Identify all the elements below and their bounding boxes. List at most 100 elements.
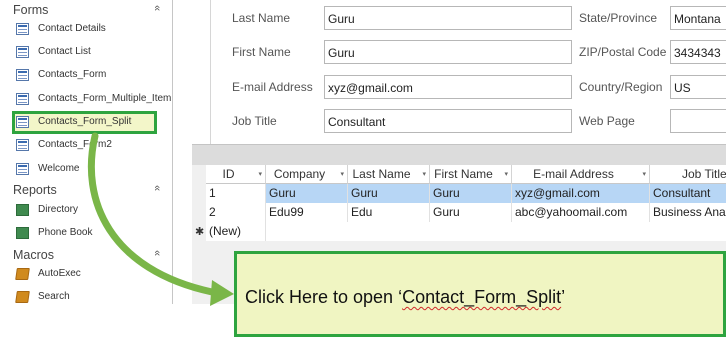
field-label-zip: ZIP/Postal Code bbox=[579, 45, 667, 59]
report-icon bbox=[16, 204, 29, 216]
country-field[interactable]: US bbox=[670, 75, 726, 99]
dropdown-arrow-icon[interactable]: ▾ bbox=[258, 170, 262, 178]
form-icon bbox=[16, 116, 29, 128]
column-header-first-name[interactable]: First Name ▾ bbox=[430, 165, 512, 184]
nav-item-phone-book[interactable]: Phone Book bbox=[14, 223, 164, 245]
column-header-email[interactable]: E-mail Address ▾ bbox=[512, 165, 650, 184]
dropdown-arrow-icon[interactable]: ▾ bbox=[504, 170, 508, 178]
cell-last-name[interactable]: Edu bbox=[348, 203, 430, 222]
nav-item-label: Welcome bbox=[38, 163, 80, 174]
email-field[interactable]: xyz@gmail.com bbox=[324, 75, 572, 99]
cell-company[interactable]: Guru bbox=[266, 184, 348, 203]
cell-id[interactable]: 2 bbox=[206, 203, 266, 222]
state-field[interactable]: Montana bbox=[670, 6, 726, 30]
column-header-label: Company bbox=[273, 167, 326, 181]
field-label-state: State/Province bbox=[579, 11, 658, 25]
nav-group-macros[interactable]: Macros « bbox=[0, 247, 172, 265]
chevron-up-icon[interactable]: « bbox=[151, 185, 163, 191]
nav-group-forms[interactable]: Forms « bbox=[0, 2, 172, 20]
cell-last-name[interactable]: Guru bbox=[348, 184, 430, 203]
web-page-field[interactable] bbox=[670, 109, 726, 133]
table-row[interactable]: 2 Edu99 Edu Guru abc@yahoomail.com Busin… bbox=[192, 203, 726, 222]
nav-item-label: Contact Details bbox=[38, 23, 106, 34]
field-label-job-title: Job Title bbox=[232, 114, 277, 128]
nav-item-contact-details[interactable]: Contact Details bbox=[14, 19, 164, 41]
nav-item-autoexec[interactable]: AutoExec bbox=[14, 264, 164, 286]
job-title-field[interactable]: Consultant bbox=[324, 109, 572, 133]
column-header-last-name[interactable]: Last Name ▾ bbox=[348, 165, 430, 184]
nav-item-label: Directory bbox=[38, 204, 79, 215]
row-selector[interactable] bbox=[192, 184, 206, 203]
navigation-pane: Forms « Contact Details Contact List Con… bbox=[0, 0, 173, 304]
form-icon bbox=[16, 163, 29, 175]
nav-item-welcome[interactable]: Welcome bbox=[14, 159, 164, 181]
form-single-view: Last Name Guru First Name Guru E-mail Ad… bbox=[210, 0, 726, 144]
form-icon bbox=[16, 46, 29, 58]
nav-item-label: Contacts_Form bbox=[38, 69, 107, 80]
column-header-id[interactable]: ID ▾ bbox=[206, 165, 266, 184]
column-header-label: Last Name bbox=[352, 167, 411, 181]
field-label-first-name: First Name bbox=[232, 45, 291, 59]
nav-item-label: AutoExec bbox=[38, 268, 81, 279]
nav-group-title: Forms bbox=[13, 3, 49, 17]
cell-job-title[interactable]: Consultant bbox=[650, 184, 726, 203]
dropdown-arrow-icon[interactable]: ▾ bbox=[340, 170, 344, 178]
nav-item-contacts-form-multiple-item[interactable]: Contacts_Form_Multiple_Item bbox=[14, 89, 171, 111]
nav-item-label: Contacts_Form_Multiple_Item bbox=[38, 93, 172, 104]
callout-prefix: Click Here to open ‘ bbox=[245, 287, 403, 307]
callout-suffix: ’ bbox=[561, 287, 566, 307]
row-selector[interactable] bbox=[192, 203, 206, 222]
instruction-callout: Click Here to open ‘Contact_Form_Split’ bbox=[234, 251, 726, 337]
column-header-job-title[interactable]: Job Title bbox=[650, 165, 726, 184]
field-label-country: Country/Region bbox=[579, 80, 663, 94]
column-header-label: First Name bbox=[434, 167, 493, 181]
chevron-up-icon[interactable]: « bbox=[151, 250, 163, 256]
first-name-field[interactable]: Guru bbox=[324, 40, 572, 64]
cell-company[interactable]: Edu99 bbox=[266, 203, 348, 222]
zip-field[interactable]: 3434343 bbox=[670, 40, 726, 64]
dropdown-arrow-icon[interactable]: ▾ bbox=[642, 170, 646, 178]
cell-email[interactable]: xyz@gmail.com bbox=[512, 184, 650, 203]
table-row[interactable]: 1 Guru Guru Guru xyz@gmail.com Consultan… bbox=[192, 184, 726, 203]
cell-job-title[interactable]: Business Analyst bbox=[650, 203, 726, 222]
last-name-field[interactable]: Guru bbox=[324, 6, 572, 30]
nav-group-reports[interactable]: Reports « bbox=[0, 182, 172, 200]
cell-first-name[interactable]: Guru bbox=[430, 203, 512, 222]
splitter-bar[interactable] bbox=[192, 144, 726, 166]
nav-item-label: Contacts_Form2 bbox=[38, 139, 112, 150]
nav-group-title: Reports bbox=[13, 183, 57, 197]
form-icon bbox=[16, 69, 29, 81]
report-icon bbox=[16, 227, 29, 239]
chevron-up-icon[interactable]: « bbox=[151, 5, 163, 11]
nav-item-contacts-form[interactable]: Contacts_Form bbox=[14, 65, 164, 87]
macro-icon bbox=[15, 268, 30, 280]
field-label-last-name: Last Name bbox=[232, 11, 291, 25]
form-icon bbox=[16, 23, 29, 35]
cell-email[interactable]: abc@yahoomail.com bbox=[512, 203, 650, 222]
nav-item-directory[interactable]: Directory bbox=[14, 200, 164, 222]
column-header-label: ID bbox=[222, 167, 235, 181]
field-label-email: E-mail Address bbox=[232, 80, 313, 94]
column-header-company[interactable]: Company ▾ bbox=[266, 165, 348, 184]
cell-first-name[interactable]: Guru bbox=[430, 184, 512, 203]
new-record-row[interactable]: ✱ (New) bbox=[192, 222, 726, 241]
nav-item-contacts-form2[interactable]: Contacts_Form2 bbox=[14, 135, 164, 157]
dropdown-arrow-icon[interactable]: ▾ bbox=[422, 170, 426, 178]
column-header-label: Job Title bbox=[682, 167, 726, 181]
nav-item-search[interactable]: Search bbox=[14, 287, 164, 309]
nav-item-contacts-form-split[interactable]: Contacts_Form_Split bbox=[14, 112, 164, 134]
form-icon bbox=[16, 139, 29, 151]
nav-item-label: Phone Book bbox=[38, 227, 93, 238]
nav-item-contact-list[interactable]: Contact List bbox=[14, 42, 164, 64]
form-icon bbox=[16, 93, 29, 105]
nav-item-label: Search bbox=[38, 291, 70, 302]
cell-id[interactable]: 1 bbox=[206, 184, 266, 203]
new-record-label[interactable]: (New) bbox=[206, 222, 266, 241]
nav-item-label: Contact List bbox=[38, 46, 91, 57]
field-label-web-page: Web Page bbox=[579, 114, 635, 128]
nav-item-label: Contacts_Form_Split bbox=[38, 116, 132, 127]
column-header-label: E-mail Address bbox=[533, 167, 614, 181]
new-record-icon: ✱ bbox=[192, 222, 206, 241]
callout-text: Click Here to open ‘Contact_Form_Split’ bbox=[245, 287, 565, 308]
nav-group-title: Macros bbox=[13, 248, 54, 262]
